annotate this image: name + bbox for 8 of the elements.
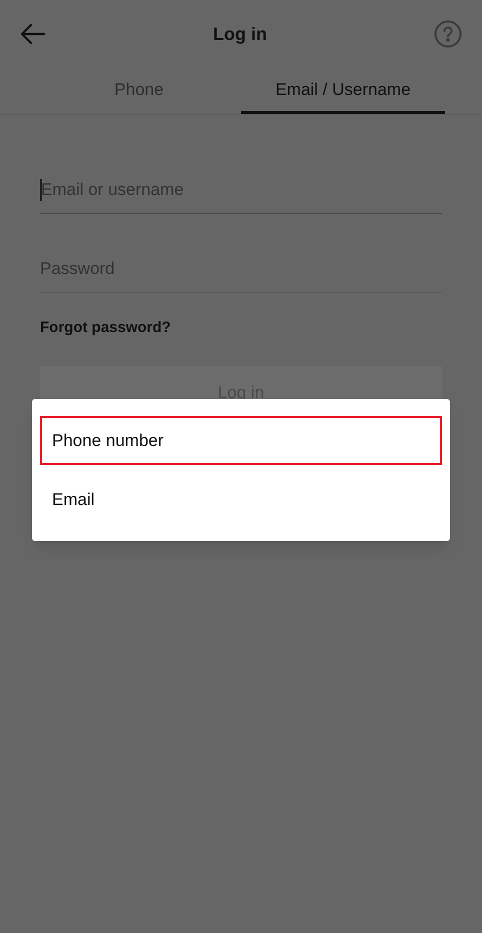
menu-item[interactable]: Email [40,475,442,524]
menu-item[interactable]: Phone number [40,416,442,465]
forgot-password-link[interactable]: Forgot password? [40,317,171,340]
tab[interactable]: Phone [37,68,241,114]
page-title: Log in [213,22,267,46]
back-arrow-icon[interactable] [20,23,46,45]
help-icon[interactable] [434,20,462,48]
tab[interactable]: Email / Username [241,68,445,114]
